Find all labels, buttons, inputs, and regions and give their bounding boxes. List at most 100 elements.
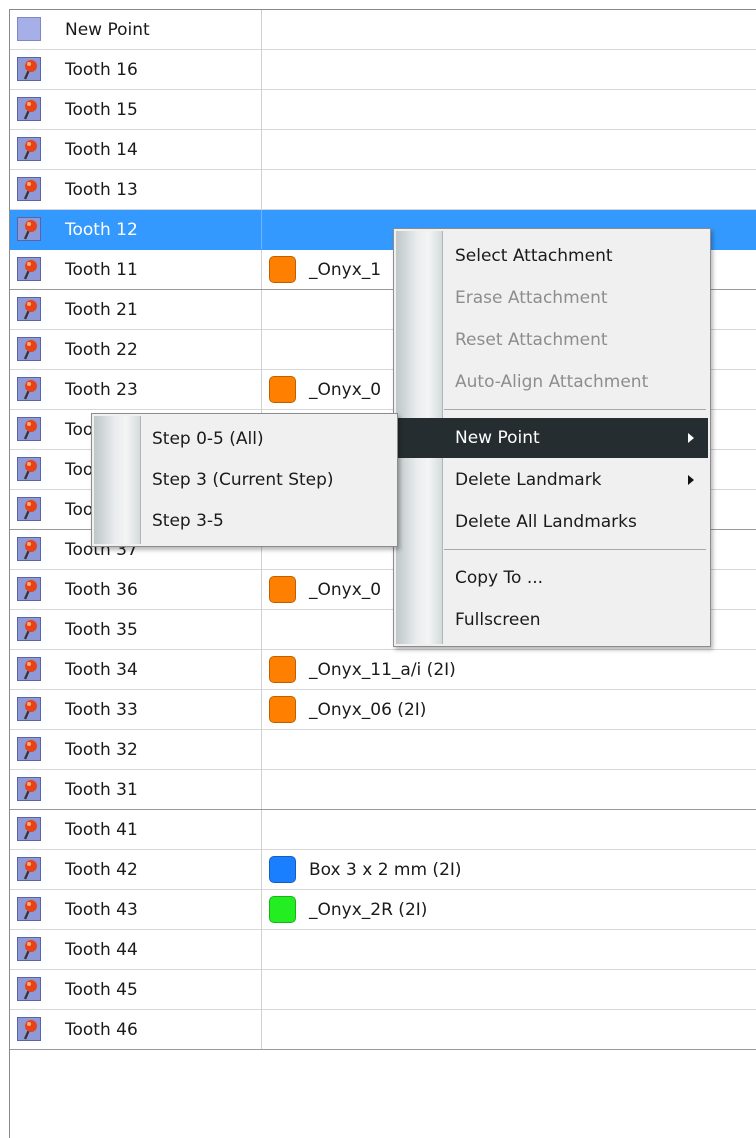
tooth-pin-icon [17, 537, 41, 561]
menu-item-label: New Point [455, 428, 540, 448]
attachment-color-swatch [269, 576, 296, 603]
attachment-panel: New Point Tooth 16 Tooth 15 Tooth 14 Too… [0, 0, 756, 1138]
row-label: Tooth 36 [65, 580, 138, 600]
table-row[interactable]: Tooth 13 [10, 170, 756, 210]
tooth-pin-icon [17, 137, 41, 161]
row-label: Tooth 42 [65, 860, 138, 880]
tooth-pin-icon [17, 457, 41, 481]
table-row[interactable]: Tooth 31 [10, 770, 756, 810]
step-all-menu-item[interactable]: Step 0-5 (All) [94, 419, 395, 459]
reset-attachment-menu-item[interactable]: Reset Attachment [396, 320, 708, 360]
row-label: Tooth 14 [65, 140, 138, 160]
name-cell: Tooth 34 [10, 650, 262, 689]
table-row[interactable]: Tooth 32 [10, 730, 756, 770]
row-label: Tooth 13 [65, 180, 138, 200]
delete-all-landmarks-menu-item[interactable]: Delete All Landmarks [396, 502, 708, 542]
row-label: Tooth 46 [65, 1020, 138, 1040]
submenu-arrow-icon [688, 475, 694, 485]
menu-item-label: Auto-Align Attachment [455, 372, 649, 392]
row-label: Tooth 44 [65, 940, 138, 960]
erase-attachment-menu-item[interactable]: Erase Attachment [396, 278, 708, 318]
row-label: Tooth 41 [65, 820, 138, 840]
row-label: New Point [65, 20, 150, 40]
copy-to-menu-item[interactable]: Copy To ... [396, 558, 708, 598]
delete-landmark-menu-item[interactable]: Delete Landmark [396, 460, 708, 500]
table-row[interactable]: Tooth 46 [10, 1010, 756, 1050]
row-label: Tooth 21 [65, 300, 138, 320]
row-label: Tooth 15 [65, 100, 138, 120]
row-label: Tooth 16 [65, 60, 138, 80]
table-row[interactable]: Tooth 33 _Onyx_06 (2I) [10, 690, 756, 730]
table-row[interactable]: Tooth 43 _Onyx_2R (2I) [10, 890, 756, 930]
menu-item-label: Reset Attachment [455, 330, 608, 350]
row-label: Too [65, 420, 94, 440]
step-range-menu-item[interactable]: Step 3-5 [94, 501, 395, 541]
submenu-arrow-icon [688, 433, 694, 443]
table-row[interactable]: Tooth 45 [10, 970, 756, 1010]
name-cell: Tooth 33 [10, 690, 262, 729]
name-cell: Tooth 43 [10, 890, 262, 929]
name-cell: Tooth 23 [10, 370, 262, 409]
attachment-color-swatch [269, 896, 296, 923]
tooth-pin-icon [17, 737, 41, 761]
table-row[interactable]: Tooth 16 [10, 50, 756, 90]
table-row[interactable]: Tooth 44 [10, 930, 756, 970]
name-cell: Tooth 32 [10, 730, 262, 769]
tooth-pin-icon [17, 897, 41, 921]
menu-item-label: Step 3 (Current Step) [152, 470, 334, 490]
fullscreen-menu-item[interactable]: Fullscreen [396, 600, 708, 640]
attachment-label: _Onyx_11_a/i (2I) [309, 660, 456, 680]
tooth-pin-icon [17, 777, 41, 801]
tooth-pin-icon [17, 977, 41, 1001]
tooth-pin-icon [17, 377, 41, 401]
table-row[interactable]: Tooth 15 [10, 90, 756, 130]
name-cell: Tooth 31 [10, 770, 262, 809]
tooth-pin-icon [17, 937, 41, 961]
new-point-submenu: Step 0-5 (All) Step 3 (Current Step) Ste… [91, 413, 398, 547]
attachment-color-swatch [269, 376, 296, 403]
context-menu: Select Attachment Erase Attachment Reset… [393, 228, 711, 647]
name-cell: Tooth 45 [10, 970, 262, 1009]
name-cell: Tooth 16 [10, 50, 262, 89]
table-row[interactable]: Tooth 41 [10, 810, 756, 850]
row-label: Tooth 12 [65, 220, 138, 240]
name-cell: Tooth 36 [10, 570, 262, 609]
table-row[interactable]: Tooth 14 [10, 130, 756, 170]
row-label: Tooth 33 [65, 700, 138, 720]
tooth-pin-icon [17, 857, 41, 881]
menu-item-label: Select Attachment [455, 246, 613, 266]
table-row[interactable]: Tooth 42 Box 3 x 2 mm (2I) [10, 850, 756, 890]
attachment-label: _Onyx_2R (2I) [309, 900, 428, 920]
tooth-pin-icon [17, 177, 41, 201]
new-point-menu-item[interactable]: New Point [396, 418, 708, 458]
attachment-color-swatch [269, 256, 296, 283]
name-cell: Tooth 15 [10, 90, 262, 129]
name-cell: Tooth 22 [10, 330, 262, 369]
name-cell: Tooth 12 [10, 210, 262, 249]
name-cell: Tooth 35 [10, 610, 262, 649]
attachment-label: _Onyx_0 [309, 580, 382, 600]
name-cell: Tooth 46 [10, 1010, 262, 1049]
tooth-pin-icon [17, 257, 41, 281]
tooth-pin-icon [17, 1017, 41, 1041]
row-label: Tooth 23 [65, 380, 138, 400]
table-row[interactable]: Tooth 34 _Onyx_11_a/i (2I) [10, 650, 756, 690]
new-point-icon [17, 17, 41, 41]
auto-align-attachment-menu-item[interactable]: Auto-Align Attachment [396, 362, 708, 402]
attachment-label: _Onyx_0 [309, 380, 382, 400]
tooth-pin-icon [17, 617, 41, 641]
tooth-pin-icon [17, 57, 41, 81]
row-label: Tooth 32 [65, 740, 138, 760]
select-attachment-menu-item[interactable]: Select Attachment [396, 236, 708, 276]
name-cell: Tooth 11 [10, 250, 262, 289]
tooth-pin-icon [17, 337, 41, 361]
attachment-color-swatch [269, 656, 296, 683]
menu-item-label: Delete All Landmarks [455, 512, 637, 532]
row-label: Tooth 31 [65, 780, 138, 800]
list-item-new-point[interactable]: New Point [10, 10, 756, 50]
tooth-pin-icon [17, 497, 41, 521]
step-current-menu-item[interactable]: Step 3 (Current Step) [94, 460, 395, 500]
row-label: Tooth 22 [65, 340, 138, 360]
name-cell: Tooth 14 [10, 130, 262, 169]
row-label: Too [65, 500, 94, 520]
